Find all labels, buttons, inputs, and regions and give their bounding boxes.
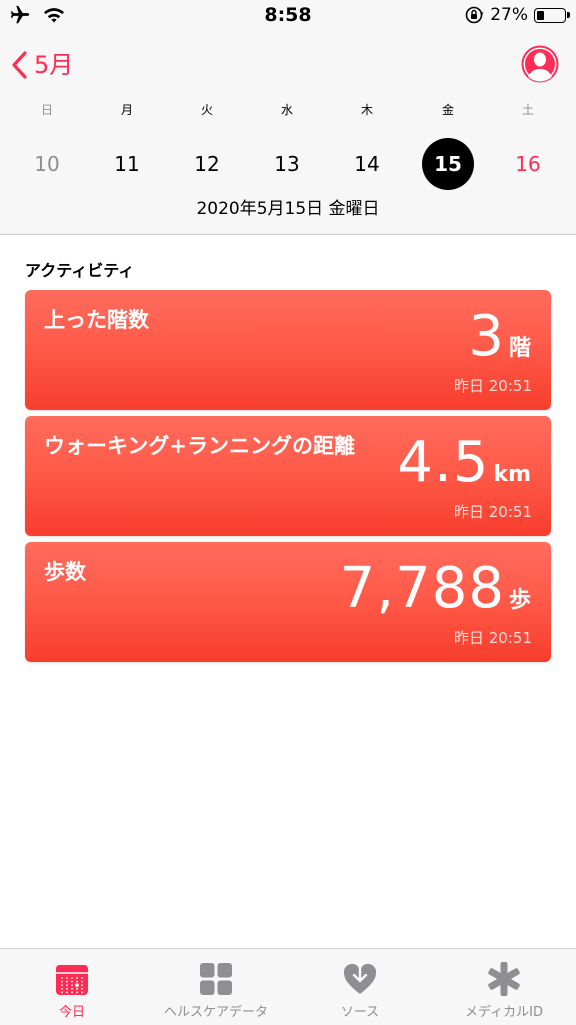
activity-section-title: アクティビティ xyxy=(25,261,135,280)
day-column: 土 16 xyxy=(493,100,563,190)
weekday-label: 月 xyxy=(120,103,133,117)
tab-label: ソース xyxy=(340,1005,380,1020)
activity-card-value: 3階 xyxy=(468,292,531,382)
activity-value-unit: km xyxy=(493,462,531,487)
tab-medical-id[interactable]: メディカルID xyxy=(432,949,576,1025)
day-column: 火 12 xyxy=(172,100,242,190)
weekday-label: 木 xyxy=(360,103,373,117)
activity-value-number: 4.5 xyxy=(397,430,490,495)
day-number[interactable]: 13 xyxy=(261,138,313,190)
day-number[interactable]: 16 xyxy=(502,138,554,190)
tab-sources[interactable]: ソース xyxy=(288,949,432,1025)
profile-button[interactable] xyxy=(520,44,560,84)
activity-card-value: 4.5 km xyxy=(397,418,531,508)
today-icon xyxy=(56,965,88,995)
medical-id-asterisk-icon xyxy=(488,962,520,996)
battery-fill xyxy=(537,10,544,20)
activity-card[interactable]: 上った階数 3 階昨日 20:51 xyxy=(25,290,551,410)
day-column: 水 13 xyxy=(252,100,322,190)
sources-heart-icon xyxy=(343,961,377,994)
activity-card[interactable]: 歩数 7,788 歩昨日 20:51 xyxy=(25,542,551,662)
status-bar: 8:58 27% xyxy=(0,0,576,34)
day-number[interactable]: 12 xyxy=(181,138,233,190)
tab-today[interactable]: 今日 xyxy=(0,949,144,1025)
activity-value-number: 7,788 xyxy=(339,556,505,621)
week-strip: 日 10 月 11 火 12 水 13 木 14 金 15 土 16 xyxy=(0,100,576,190)
day-column: 金 15 xyxy=(413,100,483,190)
activity-card-title: 歩数 xyxy=(44,560,86,584)
activity-card-timestamp: 昨日 20:51 xyxy=(454,503,532,521)
tab-bar: 今日 ヘルスケアデータ ソース メディカルID xyxy=(0,948,576,1025)
activity-card-timestamp: 昨日 20:51 xyxy=(454,629,532,647)
chevron-left-icon xyxy=(12,51,27,79)
selected-date-label: 2020年5月15日 金曜日 xyxy=(196,199,380,219)
health-data-grid-icon xyxy=(200,963,232,995)
tab-label: 今日 xyxy=(58,1005,85,1020)
orientation-lock-icon xyxy=(465,6,484,24)
activity-value-unit: 歩 xyxy=(508,588,531,613)
tab-label: メディカルID xyxy=(465,1005,543,1020)
battery-percent: 27% xyxy=(490,5,528,25)
activity-value-unit: 階 xyxy=(508,336,531,361)
tab-health-data[interactable]: ヘルスケアデータ xyxy=(144,949,288,1025)
day-number[interactable]: 14 xyxy=(341,138,393,190)
weekday-label: 土 xyxy=(521,103,534,117)
day-column: 日 10 xyxy=(12,100,82,190)
day-number[interactable]: 10 xyxy=(21,138,73,190)
weekday-label: 日 xyxy=(40,103,53,117)
weekday-label: 火 xyxy=(200,103,213,117)
day-number[interactable]: 11 xyxy=(101,138,153,190)
activity-value-number: 3 xyxy=(468,304,505,369)
weekday-label: 水 xyxy=(280,103,293,117)
back-label: 5月 xyxy=(34,51,74,79)
profile-icon xyxy=(521,45,559,83)
header: 8:58 27% 5月 日 10 月 11 火 12 水 13 木 14 金 1… xyxy=(0,0,576,235)
day-column: 木 14 xyxy=(332,100,402,190)
status-right: 27% xyxy=(464,5,570,25)
battery-icon xyxy=(534,7,570,23)
day-column: 月 11 xyxy=(92,100,162,190)
battery-tip xyxy=(567,11,570,18)
activity-card-title: 上った階数 xyxy=(44,308,149,332)
weekday-label: 金 xyxy=(441,103,454,117)
activity-card[interactable]: ウォーキング+ランニングの距離 4.5 km 昨日 20:51 xyxy=(25,416,551,536)
activity-card-timestamp: 昨日 20:51 xyxy=(454,377,532,395)
activity-card-value: 7,788 歩 xyxy=(340,544,531,634)
tab-label: ヘルスケアデータ xyxy=(163,1005,268,1020)
day-number-selected[interactable]: 15 xyxy=(422,138,474,190)
activity-card-title: ウォーキング+ランニングの距離 xyxy=(44,434,355,458)
nav-bar: 5月 xyxy=(0,40,576,92)
back-button[interactable]: 5月 xyxy=(10,46,73,84)
